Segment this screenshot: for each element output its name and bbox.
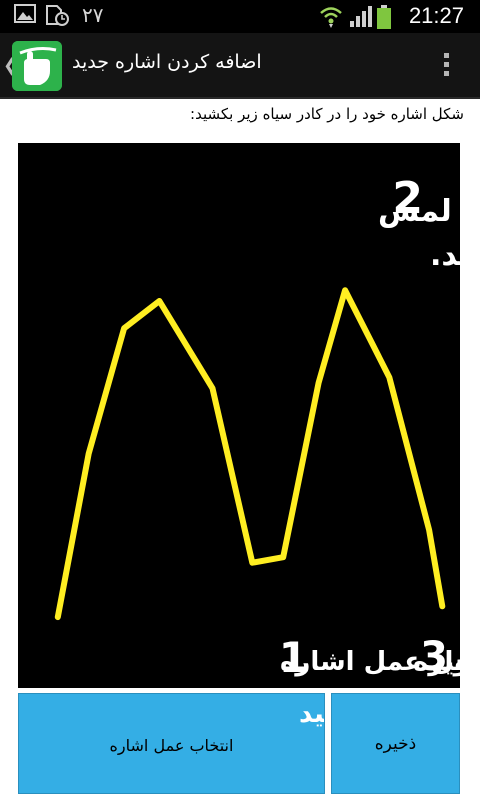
select-gesture-action-button[interactable]: را تعریف کنید انتخاب عمل اشاره [18, 693, 325, 794]
select-gesture-action-label: انتخاب عمل اشاره [109, 736, 234, 755]
bottom-text-first-action: اول عمل اشاره [280, 647, 460, 677]
signal-icon [348, 4, 374, 32]
gesture-add-screen: ۲۷ 21:27 ❮ اضافه کردن اشاره جدید شکل اشا… [0, 0, 480, 801]
save-button-label: ذخیره [374, 734, 417, 754]
clock: 21:27 [408, 3, 464, 28]
overflow-menu-icon[interactable] [444, 53, 450, 80]
define-overlay-text: را تعریف کنید [299, 699, 324, 729]
gesture-canvas-drawing: 2 حرکت‌ها را با لمس صفحه بکشید. 3 ذخیره … [54, 173, 460, 682]
hand-gesture-logo-icon[interactable] [12, 41, 62, 91]
overlay-line-2: صفحه بکشید. [430, 238, 460, 273]
status-bar: ۲۷ 21:27 [0, 0, 480, 33]
image-icon [14, 4, 36, 28]
action-bar: ❮ اضافه کردن اشاره جدید [0, 33, 480, 99]
gesture-canvas[interactable]: 2 حرکت‌ها را با لمس صفحه بکشید. 3 ذخیره … [18, 143, 460, 688]
save-button[interactable]: ذخیره [331, 693, 460, 794]
notification-count: ۲۷ [82, 3, 104, 27]
battery-icon [376, 4, 392, 34]
sd-card-icon [44, 4, 70, 30]
gesture-stroke [54, 287, 446, 621]
overlay-line-1: حرکت‌ها را با لمس [378, 194, 460, 229]
instruction-text: شکل اشاره خود را در کادر سیاه زیر بکشید: [190, 105, 464, 123]
wifi-icon [318, 4, 344, 32]
define-overlay-graphic: را تعریف کنید [299, 699, 324, 729]
page-title: اضافه کردن اشاره جدید [72, 51, 262, 73]
